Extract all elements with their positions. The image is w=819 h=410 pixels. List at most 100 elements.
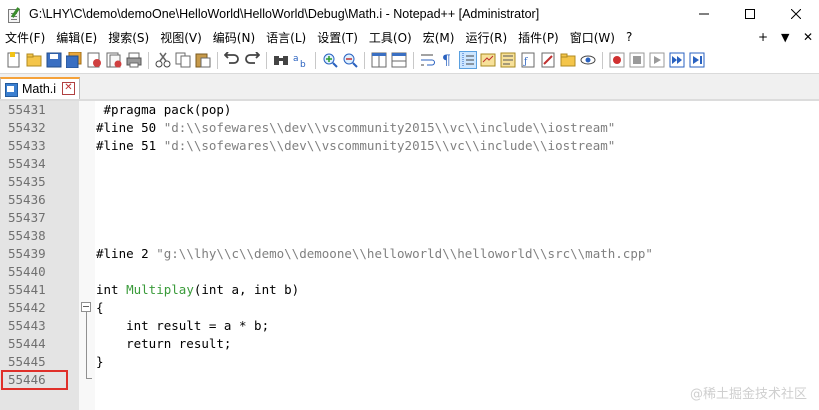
close-tab-menu-button[interactable]: ✕ <box>803 27 813 47</box>
code-token: #line 2 <box>96 246 157 261</box>
toolbar-separator <box>413 52 414 69</box>
line-number: 55443 <box>8 318 46 333</box>
folder-as-workspace-icon[interactable] <box>540 52 556 68</box>
code-line: 55441 int Multiplay(int a, int b) <box>0 281 819 299</box>
menu-macro[interactable]: 宏(M) <box>418 29 461 46</box>
code-line: 55445} <box>0 353 819 371</box>
code-text: #line 2 "g:\\lhy\\c\\demo\\demoone\\hell… <box>96 245 653 263</box>
code-line: 55436 <box>0 191 819 209</box>
tab-close-icon[interactable]: ✕ <box>62 82 75 95</box>
code-line: 55438 <box>0 227 819 245</box>
menu-file[interactable]: 文件(F) <box>0 29 51 46</box>
code-token: { <box>96 300 104 315</box>
find-icon[interactable] <box>273 52 289 68</box>
folder-icon[interactable] <box>560 52 576 68</box>
line-number: 55433 <box>8 138 46 153</box>
zoom-out-icon[interactable] <box>342 52 358 68</box>
open-file-icon[interactable] <box>26 52 42 68</box>
word-wrap-icon[interactable] <box>420 52 436 68</box>
show-all-chars-icon[interactable]: ¶ <box>440 52 456 68</box>
new-tab-button[interactable]: + <box>758 27 768 47</box>
code-text: return result; <box>96 335 231 353</box>
line-number: 55435 <box>8 174 46 189</box>
sync-horizontal-icon[interactable] <box>391 52 407 68</box>
save-macro-icon[interactable] <box>689 52 705 68</box>
cut-icon[interactable] <box>155 52 171 68</box>
line-number: 55437 <box>8 210 46 225</box>
tab-label: Math.i <box>22 82 57 96</box>
tab-list-button[interactable]: ▼ <box>781 27 789 47</box>
tab-math-i[interactable]: Math.i ✕ <box>0 77 80 99</box>
toolbar-separator <box>266 52 267 69</box>
copy-icon[interactable] <box>175 52 191 68</box>
code-token: #line 51 <box>96 138 164 153</box>
save-icon[interactable] <box>46 52 62 68</box>
editor-area[interactable]: 55431 #pragma pack(pop) 55432 #line 50 "d:… <box>0 101 819 410</box>
toolbar-separator <box>602 52 603 69</box>
indent-guide-icon[interactable] <box>459 51 477 69</box>
menu-view[interactable]: 视图(V) <box>155 29 208 46</box>
svg-text:¶: ¶ <box>442 53 451 68</box>
code-text: { <box>96 299 104 317</box>
replace-icon[interactable]: ab <box>293 52 309 68</box>
menu-edit[interactable]: 编辑(E) <box>51 29 103 46</box>
highlight-box <box>1 370 68 390</box>
menu-plugins[interactable]: 插件(P) <box>513 29 565 46</box>
redo-icon[interactable] <box>244 52 260 68</box>
new-file-icon[interactable] <box>6 52 22 68</box>
code-line: 55439 #line 2 "g:\\lhy\\c\\demo\\demoone\… <box>0 245 819 263</box>
record-macro-icon[interactable] <box>609 52 625 68</box>
paste-icon[interactable] <box>195 52 211 68</box>
toolbar-separator <box>148 52 149 69</box>
doc-map-icon[interactable] <box>500 52 516 68</box>
menu-window[interactable]: 窗口(W) <box>565 29 621 46</box>
menu-search[interactable]: 搜索(S) <box>103 29 155 46</box>
menu-encoding[interactable]: 编码(N) <box>208 29 261 46</box>
close-file-icon[interactable] <box>86 52 102 68</box>
watermark: @稀土掘金技术社区 <box>689 387 807 402</box>
sync-vertical-icon[interactable] <box>371 52 387 68</box>
line-number: 55438 <box>8 228 46 243</box>
menu-tools[interactable]: 工具(O) <box>364 29 418 46</box>
toolbar-separator <box>315 52 316 69</box>
close-all-icon[interactable] <box>106 52 122 68</box>
print-icon[interactable] <box>126 52 142 68</box>
fold-end-marker <box>86 378 92 379</box>
code-text: #line 50 "d:\\sofewares\\dev\\vscommunit… <box>96 119 615 137</box>
code-text: } <box>96 353 104 371</box>
line-number: 55431 <box>8 102 46 117</box>
code-text: #line 51 "d:\\sofewares\\dev\\vscommunit… <box>96 137 615 155</box>
menu-bar: 文件(F) 编辑(E) 搜索(S) 视图(V) 编码(N) 语言(L) 设置(T… <box>0 27 819 47</box>
menu-help[interactable]: ? <box>621 30 638 44</box>
menu-language[interactable]: 语言(L) <box>261 29 312 46</box>
line-number: 55444 <box>8 336 46 351</box>
minimize-button[interactable] <box>681 0 727 27</box>
save-all-icon[interactable] <box>66 52 82 68</box>
maximize-button[interactable] <box>727 0 773 27</box>
code-text: int Multiplay(int a, int b) <box>96 281 299 299</box>
menu-run[interactable]: 运行(R) <box>460 29 513 46</box>
function-list-icon[interactable]: ƒ <box>520 52 536 68</box>
undo-icon[interactable] <box>224 52 240 68</box>
run-macro-multiple-icon[interactable] <box>669 52 685 68</box>
line-number: 55442 <box>8 300 46 315</box>
monitor-icon[interactable] <box>580 52 596 68</box>
line-number: 55432 <box>8 120 46 135</box>
play-macro-icon[interactable] <box>649 52 665 68</box>
code-token: int <box>96 282 127 297</box>
code-text: int result = a * b; <box>96 317 269 335</box>
close-button[interactable] <box>773 0 819 27</box>
svg-text:ƒ: ƒ <box>523 57 528 67</box>
code-line: 55440 <box>0 263 819 281</box>
menu-settings[interactable]: 设置(T) <box>312 29 364 46</box>
code-line: 55434 <box>0 155 819 173</box>
stop-recording-icon[interactable] <box>629 52 645 68</box>
toolbar-separator <box>364 52 365 69</box>
line-number: 55434 <box>8 156 46 171</box>
zoom-in-icon[interactable] <box>322 52 338 68</box>
minimize-icon <box>699 13 709 14</box>
svg-text:a: a <box>293 54 299 64</box>
user-language-icon[interactable] <box>480 52 496 68</box>
fold-collapse-icon[interactable] <box>81 302 91 312</box>
string-literal: "d:\\sofewares\\dev\\vscommunity2015\\vc… <box>163 120 616 135</box>
